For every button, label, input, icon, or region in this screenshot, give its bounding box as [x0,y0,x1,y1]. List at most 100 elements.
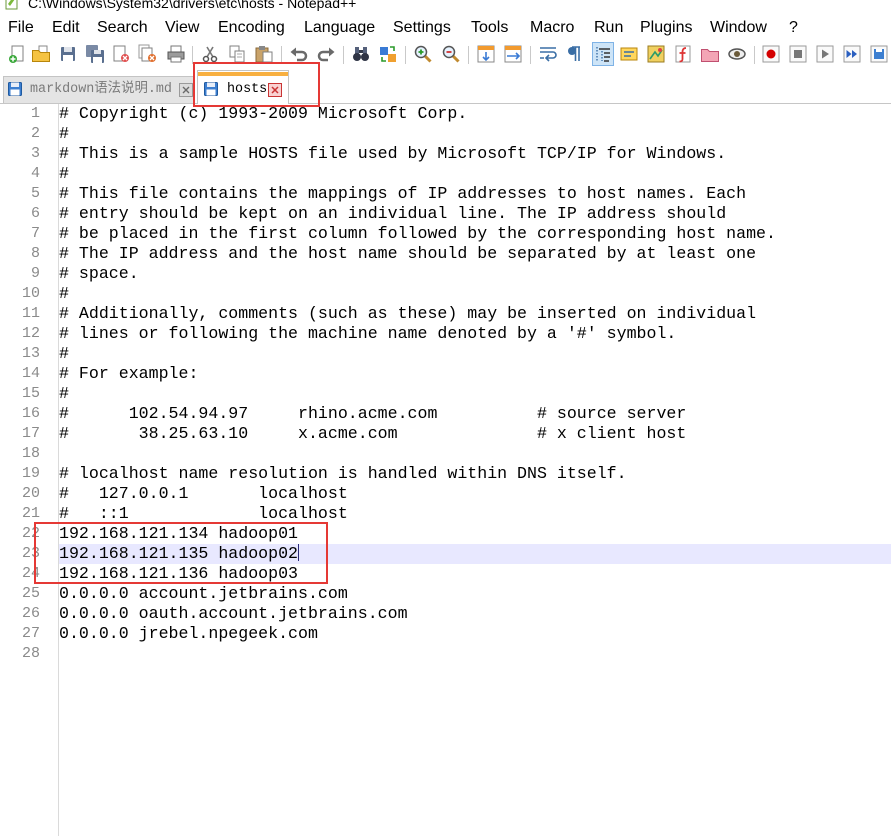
menu-plugins[interactable]: Plugins [640,17,692,39]
editor-line[interactable]: 19 # localhost name resolution is handled… [0,464,891,484]
macro-run-multiple-icon[interactable] [842,44,862,64]
macro-save-icon[interactable] [869,44,889,64]
line-text[interactable]: # 38.25.63.10 x.acme.com # x client host [59,424,686,444]
line-text[interactable]: 0.0.0.0 oauth.account.jetbrains.com [59,604,408,624]
print-icon[interactable] [166,44,186,64]
save-all-icon[interactable] [85,44,105,64]
editor-line[interactable]: 24 192.168.121.136 hadoop03 [0,564,891,584]
line-text[interactable]: # 102.54.94.97 rhino.acme.com # source s… [59,404,686,424]
tab-hosts[interactable]: hosts [197,70,289,104]
editor-line[interactable]: 10 # [0,284,891,304]
editor-line[interactable]: 23192.168.121.135 hadoop02192.168.121.13… [0,544,891,564]
menu-run[interactable]: Run [594,17,623,39]
show-all-characters-icon[interactable] [564,44,584,64]
line-text[interactable]: # entry should be kept on an individual … [59,204,726,224]
editor-line[interactable]: 16 # 102.54.94.97 rhino.acme.com # source… [0,404,891,424]
line-text[interactable]: # [59,384,69,404]
line-text[interactable]: # Additionally, comments (such as these)… [59,304,756,324]
copy-icon[interactable] [227,44,247,64]
line-text[interactable]: 192.168.121.136 hadoop03 [59,564,298,584]
line-text[interactable]: # [59,164,69,184]
line-text[interactable]: # [59,124,69,144]
editor-line[interactable]: 28 [0,644,891,664]
line-text[interactable]: # 127.0.0.1 localhost [59,484,348,504]
editor-line[interactable]: 14 # For example: [0,364,891,384]
line-text[interactable]: # For example: [59,364,198,384]
line-text[interactable]: 0.0.0.0 account.jetbrains.com [59,584,348,604]
line-text[interactable]: # Copyright (c) 1993-2009 Microsoft Corp… [59,104,467,124]
editor-line[interactable]: 18 [0,444,891,464]
new-file-icon[interactable] [7,44,27,64]
menu-language[interactable]: Language [304,17,375,39]
menu-encoding[interactable]: Encoding [218,17,285,39]
menu-macro[interactable]: Macro [530,17,574,39]
editor-line[interactable]: 26 0.0.0.0 oauth.account.jetbrains.com [0,604,891,624]
editor-line[interactable]: 2 # [0,124,891,144]
editor-line[interactable]: 3 # This is a sample HOSTS file used by M… [0,144,891,164]
menu-window[interactable]: Window [710,17,767,39]
macro-stop-icon[interactable] [788,44,808,64]
menu-edit[interactable]: Edit [52,17,80,39]
line-text[interactable]: # This file contains the mappings of IP … [59,184,746,204]
editor-line[interactable]: 9 # space. [0,264,891,284]
menu-view[interactable]: View [165,17,199,39]
editor-line[interactable]: 12 # lines or following the machine name … [0,324,891,344]
editor-line[interactable]: 7 # be placed in the first column followe… [0,224,891,244]
line-text[interactable]: 0.0.0.0 jrebel.npegeek.com [59,624,318,644]
editor-line[interactable]: 8 # The IP address and the host name shou… [0,244,891,264]
save-icon[interactable] [58,44,78,64]
function-list-icon[interactable] [673,44,693,64]
editor-line[interactable]: 5 # This file contains the mappings of IP… [0,184,891,204]
close-all-icon[interactable] [138,44,158,64]
editor-line[interactable]: 17 # 38.25.63.10 x.acme.com # x client ho… [0,424,891,444]
editor-line[interactable]: 27 0.0.0.0 jrebel.npegeek.com [0,624,891,644]
word-wrap-icon[interactable] [538,44,558,64]
editor-line[interactable]: 25 0.0.0.0 account.jetbrains.com [0,584,891,604]
sync-horizontal-scroll-icon[interactable] [503,44,523,64]
document-monitor-icon[interactable] [727,44,747,64]
editor-line[interactable]: 11 # Additionally, comments (such as thes… [0,304,891,324]
editor-line[interactable]: 1 # Copyright (c) 1993-2009 Microsoft Cor… [0,104,891,124]
undo-icon[interactable] [289,44,309,64]
tab-close-icon[interactable] [268,83,282,97]
redo-icon[interactable] [316,44,336,64]
line-text[interactable]: # This is a sample HOSTS file used by Mi… [59,144,726,164]
replace-icon[interactable] [378,44,398,64]
line-text[interactable]: 192.168.121.134 hadoop01 [59,524,298,544]
menu-settings[interactable]: Settings [393,17,451,39]
line-text[interactable]: # localhost name resolution is handled w… [59,464,627,484]
line-text[interactable]: # ::1 localhost [59,504,348,524]
editor-line[interactable]: 4 # [0,164,891,184]
user-defined-language-icon[interactable] [619,44,639,64]
tab-close-icon[interactable] [179,83,193,97]
editor-line[interactable]: 13 # [0,344,891,364]
macro-record-icon[interactable] [761,44,781,64]
editor-line[interactable]: 6 # entry should be kept on an individual… [0,204,891,224]
menu-tools[interactable]: Tools [471,17,508,39]
sync-vertical-scroll-icon[interactable] [476,44,496,64]
cut-icon[interactable] [200,44,220,64]
menu-help[interactable]: ? [789,17,798,39]
line-text[interactable]: # [59,344,69,364]
tab-markdown-file[interactable]: markdown语法说明.md [3,76,194,103]
folder-as-workspace-icon[interactable] [700,44,720,64]
editor-line[interactable]: 20 # 127.0.0.1 localhost [0,484,891,504]
menu-file[interactable]: File [8,17,34,39]
indent-guide-icon[interactable] [593,44,613,64]
line-text[interactable]: # space. [59,264,139,284]
line-text[interactable]: # lines or following the machine name de… [59,324,676,344]
document-map-icon[interactable] [646,44,666,64]
line-text[interactable]: # The IP address and the host name shoul… [59,244,756,264]
find-icon[interactable] [351,44,371,64]
text-editor[interactable]: 1 # Copyright (c) 1993-2009 Microsoft Cor… [0,104,891,836]
macro-playback-icon[interactable] [815,44,835,64]
line-text[interactable]: # [59,284,69,304]
editor-line[interactable]: 21 # ::1 localhost [0,504,891,524]
editor-line[interactable]: 22 192.168.121.134 hadoop01 [0,524,891,544]
zoom-out-icon[interactable] [441,44,461,64]
line-text[interactable]: # be placed in the first column followed… [59,224,776,244]
close-file-icon[interactable] [111,44,131,64]
open-file-icon[interactable] [31,44,51,64]
zoom-in-icon[interactable] [413,44,433,64]
paste-icon[interactable] [254,44,274,64]
